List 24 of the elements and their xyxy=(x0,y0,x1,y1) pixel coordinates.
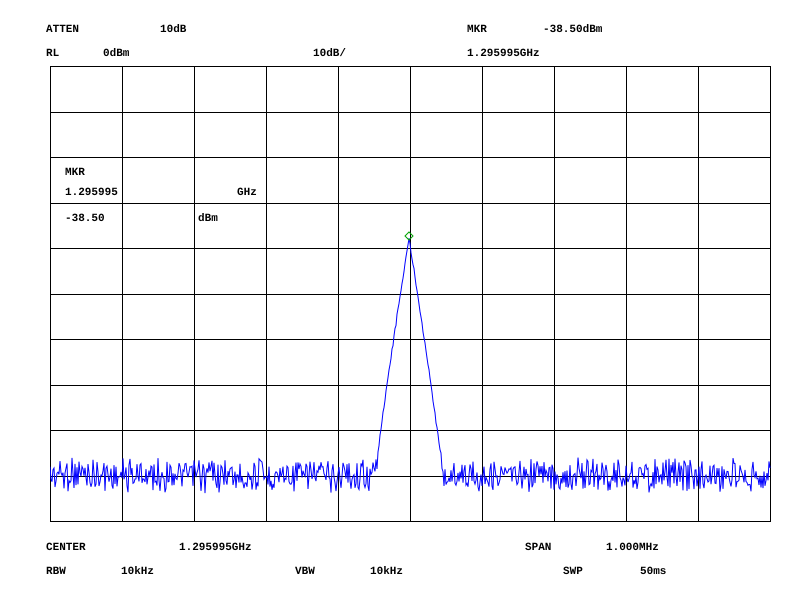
center-frequency: 1.295995GHz xyxy=(179,542,252,554)
readout-frequency-unit: GHz xyxy=(237,187,257,199)
readout-level-unit: dBm xyxy=(198,213,218,225)
marker-frequency: 1.295995GHz xyxy=(467,48,540,60)
rbw-value: 10kHz xyxy=(121,566,154,578)
scale-value: 10dB/ xyxy=(313,48,346,60)
center-label: CENTER xyxy=(46,542,86,554)
rbw-label: RBW xyxy=(46,566,66,578)
vbw-value: 10kHz xyxy=(370,566,404,578)
readout-frequency: 1.295995 xyxy=(65,187,119,199)
attenuation-value: 10dB xyxy=(160,24,186,36)
vbw-label: VBW xyxy=(295,566,315,578)
sweep-label: SWP xyxy=(563,566,583,578)
marker-level: -38.50dBm xyxy=(543,24,602,36)
sweep-time: 50ms xyxy=(640,566,666,578)
attenuation-label: ATTEN xyxy=(46,24,80,36)
span-label: SPAN xyxy=(525,542,552,554)
marker-label: MKR xyxy=(467,24,487,36)
marker-icon xyxy=(404,231,414,241)
readout-label: MKR xyxy=(65,167,85,179)
span-value: 1.000MHz xyxy=(606,542,659,554)
readout-level: -38.50 xyxy=(65,213,106,225)
reference-level: 0dBm xyxy=(103,48,130,60)
reference-label: RL xyxy=(46,48,60,60)
